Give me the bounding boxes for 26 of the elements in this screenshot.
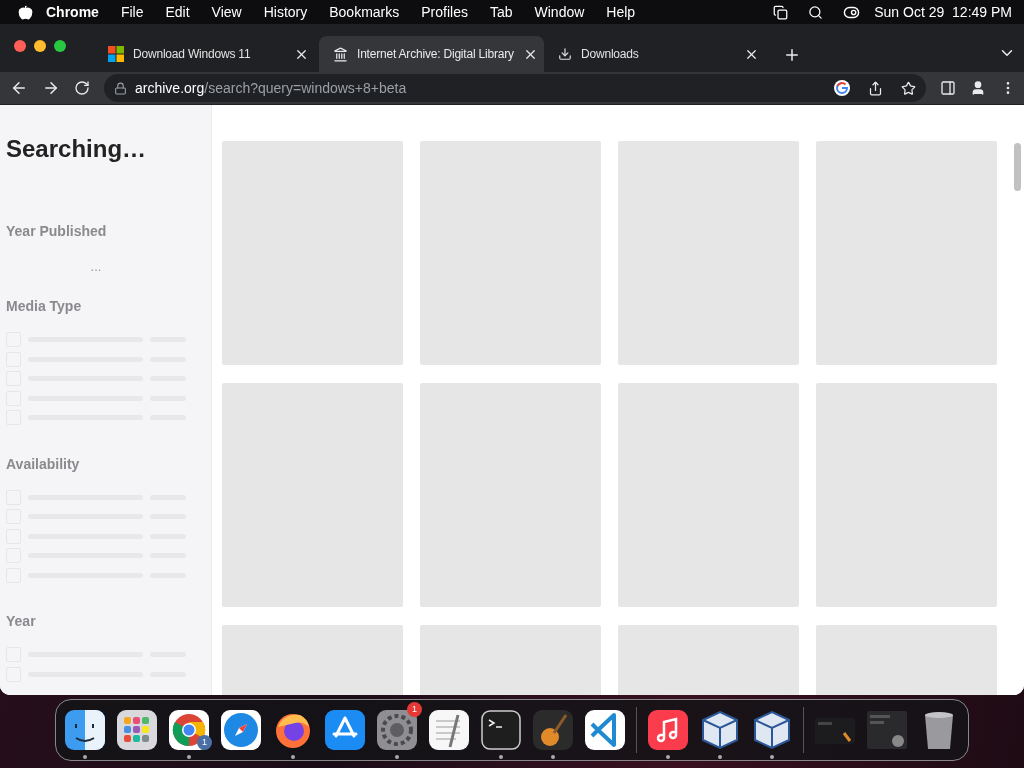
- url-text: archive.org/search?query=windows+8+beta: [135, 80, 408, 96]
- menu-item[interactable]: Window: [525, 4, 594, 20]
- facet-title: Availability: [6, 455, 81, 472]
- clock[interactable]: Sun Oct 29 12:49 PM: [874, 4, 1012, 20]
- menu-item[interactable]: Edit: [156, 4, 199, 20]
- tab-title: Internet Archive: Digital Library: [357, 47, 514, 61]
- loading-indicator: ...: [89, 259, 103, 274]
- menu-item[interactable]: Tab: [480, 4, 522, 20]
- search-status-title: Searching…: [6, 135, 148, 163]
- browser-tab[interactable]: Download Windows 11: [94, 36, 319, 72]
- tab-title: Download Windows 11: [133, 47, 252, 61]
- tab-title: Downloads: [581, 47, 640, 61]
- count-badge: 1: [407, 701, 422, 717]
- browser-tab[interactable]: Downloads: [544, 36, 769, 72]
- browser-tab[interactable]: Internet Archive: Digital Library: [319, 36, 544, 72]
- menu-item[interactable]: Profiles: [412, 4, 477, 20]
- app-menu[interactable]: Chrome: [37, 4, 108, 20]
- menu-item[interactable]: History: [254, 4, 317, 20]
- facet-title: Year: [6, 613, 37, 629]
- menu-item[interactable]: Help: [597, 4, 645, 20]
- menu-item[interactable]: Bookmarks: [320, 4, 409, 20]
- address-bar[interactable]: archive.org/search?query=windows+8+beta: [104, 74, 926, 102]
- menu-item[interactable]: File: [111, 4, 153, 20]
- menu-item[interactable]: View: [202, 4, 251, 20]
- facet-title: Year Published: [6, 223, 108, 239]
- facet-title: Media Type: [6, 298, 83, 314]
